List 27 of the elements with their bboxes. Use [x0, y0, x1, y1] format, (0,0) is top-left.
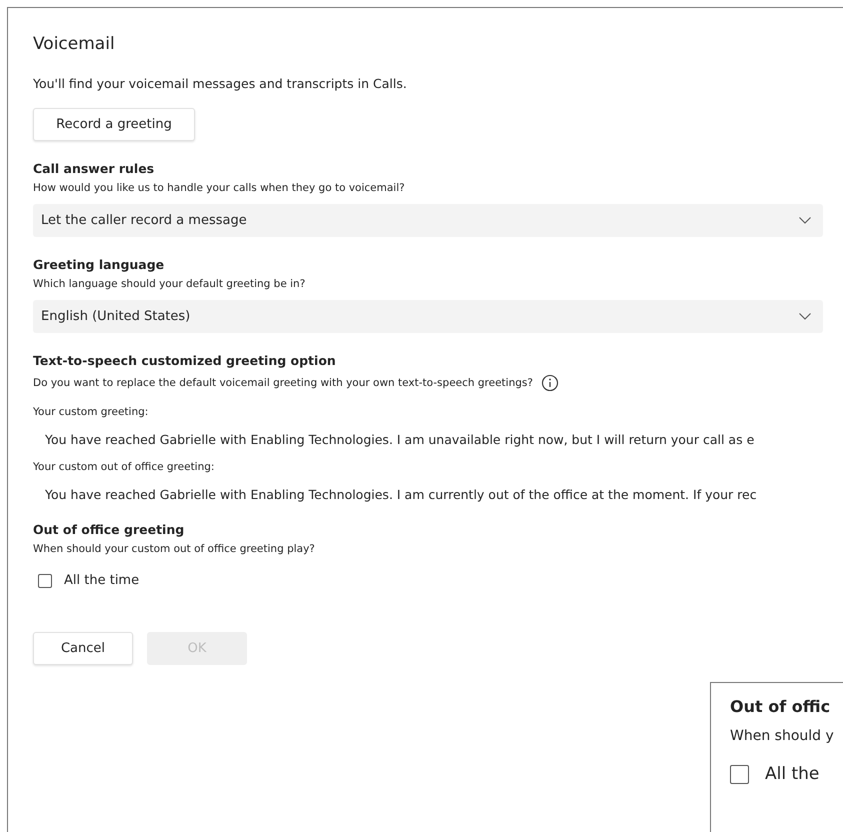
checkbox[interactable] — [730, 764, 749, 784]
section-heading: Text-to-speech customized greeting option — [33, 353, 337, 368]
checkbox[interactable] — [38, 574, 52, 588]
info-icon[interactable] — [540, 374, 559, 392]
section-description: When should your custom out of office greeting play? — [33, 543, 315, 555]
chevron-down-icon — [799, 217, 811, 224]
section-description: How would you like us to handle your calls when they go to voicemail? — [33, 182, 405, 194]
record-greeting-button[interactable]: Record a greeting — [33, 108, 195, 141]
panel-title: Voicemail — [33, 33, 116, 56]
inset-heading: Out of offic — [730, 697, 832, 716]
inset-description: When should y — [730, 728, 835, 744]
dropdown-field[interactable]: Let the caller record a message — [33, 204, 823, 237]
section-heading: Call answer rules — [33, 161, 156, 176]
section-description: Which language should your default greeting be in? — [33, 278, 306, 290]
section-heading: Out of office greeting — [33, 522, 186, 537]
cancel-button[interactable]: Cancel — [33, 632, 133, 665]
chevron-down-icon — [799, 313, 811, 320]
dropdown-field[interactable]: English (United States) — [33, 300, 823, 333]
checkbox-label: All the time — [64, 573, 140, 588]
field-label: Your custom out of office greeting: — [33, 461, 216, 473]
intro-text: You'll find your voicemail messages and transcripts in Calls. — [33, 76, 408, 91]
checkbox-label: All the — [765, 764, 820, 784]
greeting-text-field[interactable]: You have reached Gabrielle with Enabling Technologies. I am currently out of the office at the moment. If your rec — [33, 473, 757, 502]
greeting-text-field[interactable]: You have reached Gabrielle with Enabling Technologies. I am unavailable right now, but I will return your call as e — [33, 418, 754, 447]
section-heading: Greeting language — [33, 257, 166, 272]
section-description: Do you want to replace the default voicemail greeting with your own text-to-speech greetings? — [33, 377, 533, 389]
field-label: Your custom greeting: — [33, 406, 150, 418]
